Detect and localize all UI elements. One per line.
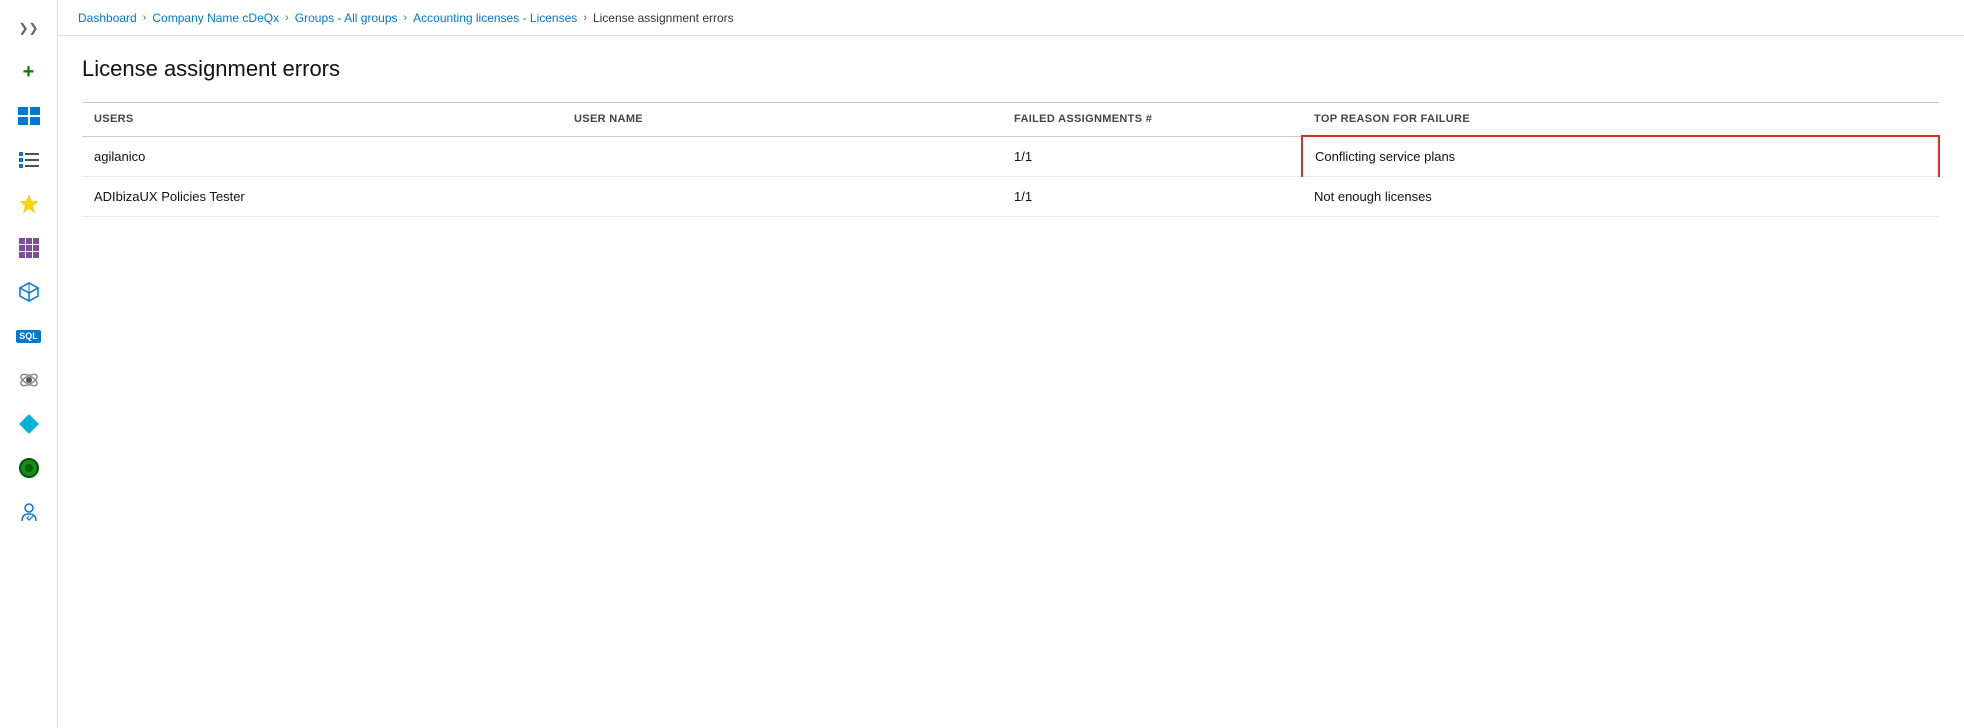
cell-failed-0: 1/1 [1002,136,1302,177]
sidebar-item-collapse[interactable]: ❯❯ [7,8,51,48]
orbit-icon [18,369,40,391]
table-row[interactable]: agilanico 1/1 Conflicting service plans [82,136,1939,177]
diamond-icon [19,414,39,434]
main-content: Dashboard › Company Name cDeQx › Groups … [58,0,1964,728]
sidebar-item-orbit[interactable] [7,360,51,400]
sidebar-item-add[interactable]: + [7,52,51,92]
breadcrumb: Dashboard › Company Name cDeQx › Groups … [58,0,1964,36]
star-icon [18,193,40,215]
col-header-username: USER NAME [562,103,1002,137]
breadcrumb-sep-2: › [285,12,289,24]
breadcrumb-sep-1: › [143,12,147,24]
list-icon [19,151,39,169]
plus-icon: + [23,61,35,84]
sidebar-item-favorites[interactable] [7,184,51,224]
breadcrumb-sep-3: › [404,12,408,24]
monitor-icon [18,457,40,479]
cell-failed-1: 1/1 [1002,177,1302,217]
breadcrumb-licenses[interactable]: Accounting licenses - Licenses [413,11,577,25]
sidebar: ❯❯ + [0,0,58,728]
sidebar-item-apps[interactable] [7,228,51,268]
chevron-right-icon: ❯❯ [18,21,38,35]
sidebar-item-sql[interactable]: SQL [7,316,51,356]
table-header-row: USERS USER NAME FAILED ASSIGNMENTS # TOP… [82,103,1939,137]
sidebar-item-security[interactable] [7,492,51,532]
col-header-users: USERS [82,103,562,137]
assignments-table: USERS USER NAME FAILED ASSIGNMENTS # TOP… [82,102,1940,217]
page-title: License assignment errors [82,56,1940,82]
breadcrumb-sep-4: › [583,12,587,24]
breadcrumb-dashboard[interactable]: Dashboard [78,11,137,25]
breadcrumb-company[interactable]: Company Name cDeQx [152,11,279,25]
breadcrumb-current: License assignment errors [593,11,734,25]
table-row[interactable]: ADIbizaUX Policies Tester 1/1 Not enough… [82,177,1939,217]
sidebar-item-list[interactable] [7,140,51,180]
user-shield-icon [18,501,40,523]
sidebar-item-diamond[interactable] [7,404,51,444]
cell-username-1 [562,177,1002,217]
col-header-reason: TOP REASON FOR FAILURE [1302,103,1939,137]
cell-username-0 [562,136,1002,177]
col-header-failed: FAILED ASSIGNMENTS # [1002,103,1302,137]
cell-reason-0[interactable]: Conflicting service plans [1302,136,1939,177]
sidebar-item-package[interactable] [7,272,51,312]
page-area: License assignment errors USERS USER NAM… [58,36,1964,728]
package-icon [18,281,40,303]
sidebar-item-dashboard[interactable] [7,96,51,136]
sidebar-item-monitor[interactable] [7,448,51,488]
apps-grid-icon [19,238,39,258]
breadcrumb-groups[interactable]: Groups - All groups [295,11,398,25]
cell-users-1: ADIbizaUX Policies Tester [82,177,562,217]
sql-icon: SQL [16,330,41,343]
cell-users-0: agilanico [82,136,562,177]
dashboard-icon [18,107,40,125]
cell-reason-1: Not enough licenses [1302,177,1939,217]
